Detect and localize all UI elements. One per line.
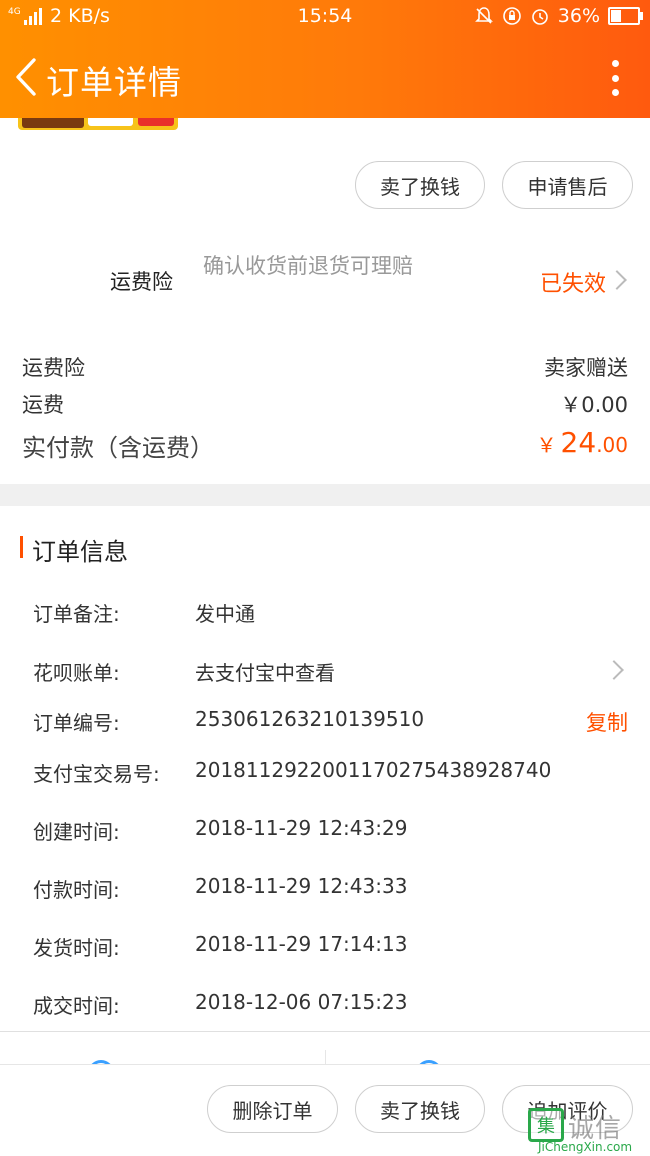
insurance-label: 运费险 <box>110 270 173 294</box>
chevron-right-icon <box>607 270 627 290</box>
order-number-value: 253061263210139510 <box>195 707 425 731</box>
deal-time-value: 2018-12-06 07:15:23 <box>195 990 408 1014</box>
back-arrow-icon[interactable] <box>12 56 40 98</box>
shipped-time-label: 发货时间: <box>33 936 120 960</box>
paid-time-label: 付款时间: <box>33 878 120 902</box>
shipped-time-value: 2018-11-29 17:14:13 <box>195 932 408 956</box>
total-integer: 24 <box>560 426 597 459</box>
more-options-icon[interactable] <box>610 60 620 96</box>
app-header: 4G 2 KB/s 15:54 36% 订单详情 <box>0 0 650 118</box>
divider <box>325 1050 326 1064</box>
total-decimal: .00 <box>596 433 628 457</box>
paid-time-value: 2018-11-29 12:43:33 <box>195 874 408 898</box>
total-currency: ￥ <box>536 433 557 457</box>
nav-bar: 订单详情 <box>0 48 650 108</box>
order-note-value: 发中通 <box>195 602 255 626</box>
watermark-url: JiChengXin.com <box>538 1140 633 1154</box>
huabei-value: 去支付宝中查看 <box>195 661 335 685</box>
order-note-label: 订单备注: <box>33 602 120 626</box>
clock: 15:54 <box>297 5 353 27</box>
after-sales-button[interactable]: 申请售后 <box>502 161 633 209</box>
deal-time-label: 成交时间: <box>33 994 120 1018</box>
total-label: 实付款（含运费） <box>22 434 214 462</box>
fee-label-shipping: 运费 <box>22 393 64 417</box>
divider <box>0 1031 650 1032</box>
page-title: 订单详情 <box>46 63 182 102</box>
created-time-label: 创建时间: <box>33 820 120 844</box>
alipay-trade-label: 支付宝交易号: <box>33 762 160 786</box>
copy-button[interactable]: 复制 <box>586 707 628 737</box>
insurance-status: 已失效 <box>539 272 606 297</box>
order-info-title: 订单信息 <box>32 538 128 566</box>
order-number-label: 订单编号: <box>33 711 120 735</box>
battery-percent: 36% <box>557 5 600 27</box>
rotation-lock-icon <box>502 7 521 25</box>
insurance-description: 确认收货前退货可理赔 <box>203 254 413 278</box>
huabei-label: 花呗账单: <box>33 661 120 685</box>
total-amount: ￥ 24 .00 <box>537 426 628 459</box>
delete-order-button[interactable]: 删除订单 <box>207 1085 338 1133</box>
alipay-trade-value: 2018112922001170275438928740 <box>195 758 552 782</box>
status-bar: 4G 2 KB/s 15:54 36% <box>0 0 650 34</box>
created-time-value: 2018-11-29 12:43:29 <box>195 816 408 840</box>
watermark-logo: 集 <box>528 1108 564 1142</box>
section-accent-bar <box>20 536 23 558</box>
fee-value-shipping: ￥0.00 <box>560 393 628 417</box>
watermark: 集 诚信 JiChengXin.com <box>528 1108 646 1156</box>
chevron-right-icon <box>604 660 624 680</box>
sell-button[interactable]: 卖了换钱 <box>355 161 485 209</box>
fee-value-insurance: 卖家赠送 <box>544 356 628 380</box>
section-divider <box>0 484 650 506</box>
battery-icon <box>608 7 643 25</box>
sell-button-footer[interactable]: 卖了换钱 <box>355 1085 485 1133</box>
alarm-icon <box>531 9 548 25</box>
bell-off-icon <box>474 7 493 24</box>
fee-label-insurance: 运费险 <box>22 356 85 380</box>
battery-fill <box>611 10 622 22</box>
